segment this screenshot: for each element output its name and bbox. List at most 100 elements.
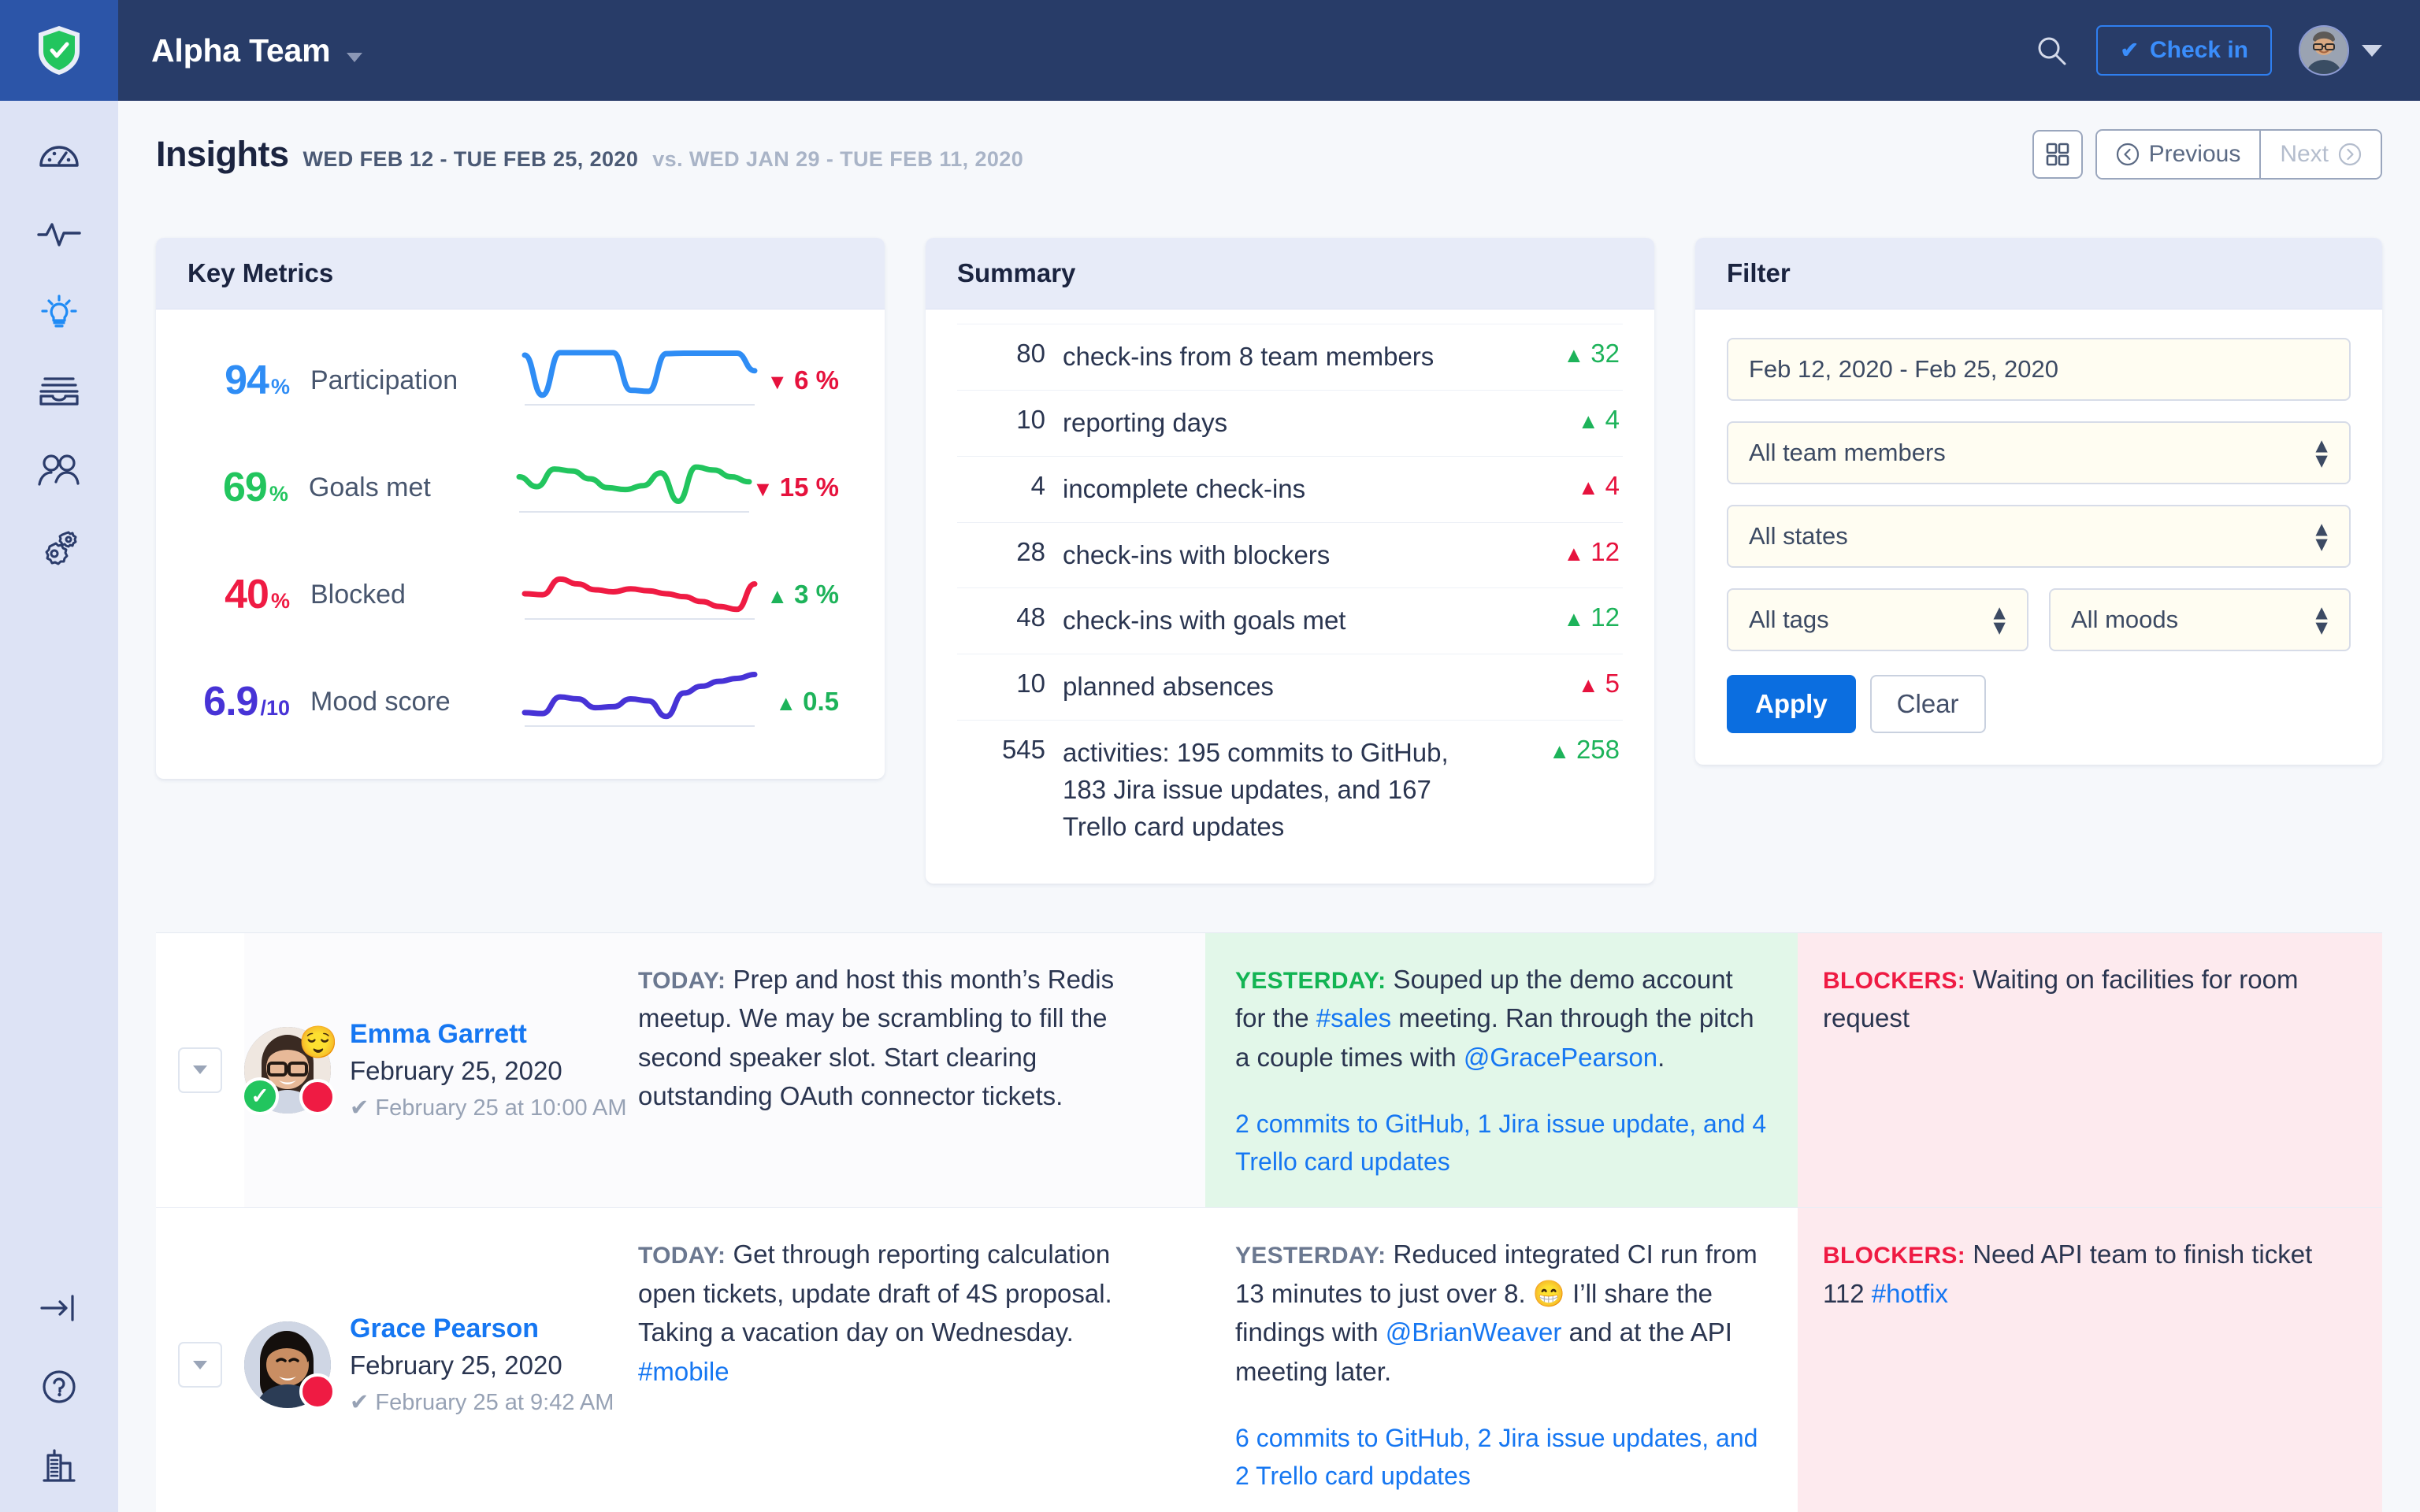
user-menu[interactable]	[2299, 25, 2382, 76]
triangle-up-icon: ▲	[1563, 607, 1585, 632]
moods-select[interactable]: All moods ▲ ▼	[2049, 588, 2351, 651]
collapse-sidebar-icon	[40, 1295, 74, 1321]
tags-moods-row: All tags ▲ ▼ All moods ▲ ▼	[1727, 588, 2351, 675]
clear-button[interactable]: Clear	[1869, 675, 1986, 733]
summary-title: Summary	[926, 238, 1654, 309]
summary-text: check-ins with goals met	[1063, 606, 1346, 636]
states-value: All states	[1749, 522, 1848, 550]
key-metric-delta: ▼ 6 %	[758, 365, 850, 395]
inline-link[interactable]: #sales	[1316, 1003, 1391, 1032]
inline-link[interactable]: @BrianWeaver	[1386, 1317, 1562, 1347]
previous-button[interactable]: Previous	[2096, 131, 2260, 178]
summary-delta-value: 32	[1590, 339, 1620, 368]
activity-summary-link[interactable]: 6 commits to GitHub, 2 Jira issue update…	[1235, 1419, 1768, 1495]
select-arrows-icon: ▲ ▼	[1989, 600, 2010, 639]
summary-delta: ▲ 12	[1509, 602, 1620, 632]
key-metric-label: Mood score	[310, 686, 451, 717]
date-range-previous: vs. WED JAN 29 - TUE FEB 11, 2020	[652, 147, 1024, 171]
app-logo[interactable]	[0, 0, 118, 101]
sidebar-item-help[interactable]	[24, 1361, 94, 1413]
activity-summary-link[interactable]: 2 commits to GitHub, 1 Jira issue update…	[1235, 1105, 1768, 1180]
sparkline-chart	[521, 350, 758, 406]
check-in-row: 😌 ✓ Emma Garrett February 25, 2020 ✔ Februar…	[156, 932, 2382, 1209]
grid-view-icon	[2046, 143, 2069, 166]
team-people-icon	[38, 454, 80, 486]
person-info: Grace Pearson February 25, 2020 ✔ February…	[350, 1314, 614, 1416]
key-metric-row: 94% Participation ▼ 6 %	[156, 327, 885, 434]
inline-link[interactable]: #mobile	[638, 1357, 729, 1386]
key-metric-label: Blocked	[310, 579, 406, 610]
top-bar-actions: ✔ Check in	[2033, 25, 2382, 76]
key-metric-row: 6.9/10 Mood score ▲ 0.5	[156, 648, 885, 755]
sidebar-item-pulse[interactable]	[24, 208, 94, 260]
key-metrics-list: 94% Participation ▼ 6 % 69% Goals met ▼ 15 % 40%…	[156, 309, 885, 779]
sidebar-item-organization[interactable]	[24, 1440, 94, 1492]
yesterday-cell: YESTERDAY: Souped up the demo account fo…	[1205, 932, 1798, 1208]
triangle-up-icon: ▲	[1563, 541, 1585, 565]
sidebar-item-collapse[interactable]	[24, 1282, 94, 1334]
expand-row-button[interactable]	[178, 1047, 222, 1093]
key-metric-delta-value: 15 %	[779, 472, 839, 502]
dashboard-gauge-icon	[39, 146, 79, 167]
date-range-input[interactable]: Feb 12, 2020 - Feb 25, 2020	[1727, 338, 2351, 401]
mood-emoji-badge: 😌	[299, 1025, 338, 1060]
next-button[interactable]: Next	[2261, 131, 2381, 178]
check-in-button[interactable]: ✔ Check in	[2096, 25, 2272, 76]
shield-check-logo	[39, 26, 80, 75]
key-metric-number: 94	[225, 358, 269, 403]
main-area: Alpha Team ✔ Check in Insights WED FEB 1…	[118, 0, 2420, 1512]
period-pager: Previous Next	[2095, 129, 2382, 180]
team-name: Alpha Team	[151, 32, 331, 69]
row-toggle-cell	[156, 1208, 244, 1512]
key-metric-value: 6.9/10	[197, 678, 290, 725]
expand-row-button[interactable]	[178, 1342, 222, 1388]
sidebar-item-insights[interactable]	[24, 287, 94, 339]
check-in-timestamp: ✔ February 25 at 10:00 AM	[350, 1095, 627, 1121]
summary-row: 28 check-ins with blockers ▲ 12	[957, 521, 1623, 588]
inline-link[interactable]: @GracePearson	[1464, 1043, 1657, 1072]
today-label: TODAY:	[638, 1243, 726, 1269]
sidebar-item-inbox[interactable]	[24, 365, 94, 417]
summary-delta: ▲ 4	[1509, 471, 1620, 501]
person-name[interactable]: Grace Pearson	[350, 1314, 614, 1344]
grid-view-button[interactable]	[2032, 130, 2083, 179]
chevron-left-circle-icon	[2116, 143, 2139, 166]
person-cell: Grace Pearson February 25, 2020 ✔ February…	[244, 1208, 638, 1512]
key-metric-unit: /10	[260, 696, 290, 720]
states-select[interactable]: All states ▲ ▼	[1727, 505, 2351, 568]
summary-delta-value: 4	[1605, 470, 1620, 500]
inline-link[interactable]: #hotfix	[1872, 1279, 1948, 1308]
inline-text: .	[1657, 1042, 1665, 1072]
date-range-current: WED FEB 12 - TUE FEB 25, 2020	[302, 147, 639, 171]
key-metric-unit: %	[270, 589, 290, 613]
sidebar-item-dashboard[interactable]	[24, 129, 94, 181]
summary-row: 80 check-ins from 8 team members ▲ 32	[957, 324, 1623, 390]
team-switcher[interactable]: Alpha Team	[151, 32, 362, 69]
person-name[interactable]: Emma Garrett	[350, 1019, 627, 1050]
today-entry: TODAY: Prep and host this month’s Redis …	[638, 960, 1171, 1116]
key-metric-sparkline	[521, 669, 758, 734]
sidebar-item-settings[interactable]	[24, 523, 94, 575]
summary-card: Summary 80 check-ins from 8 team members ▲…	[926, 238, 1654, 884]
key-metric-delta: ▼ 15 %	[752, 472, 850, 502]
triangle-up-icon: ▲	[1577, 409, 1599, 433]
triangle-up-icon: ▲	[1577, 475, 1599, 499]
summary-delta-value: 5	[1605, 669, 1620, 699]
summary-count: 28	[1016, 536, 1045, 566]
tags-select[interactable]: All tags ▲ ▼	[1727, 588, 2028, 651]
summary-text: activities: 195 commits to GitHub, 183 J…	[1063, 738, 1449, 841]
today-entry: TODAY: Get through reporting calculation…	[638, 1235, 1171, 1391]
sidebar-item-team[interactable]	[24, 444, 94, 496]
triangle-up-icon: ▲	[1549, 739, 1570, 764]
summary-row: 10 reporting days ▲ 4	[957, 389, 1623, 456]
key-metric-unit: %	[270, 375, 290, 398]
team-members-select[interactable]: All team members ▲ ▼	[1727, 421, 2351, 484]
avatar-wrap: 😌 ✓	[241, 1026, 338, 1115]
search-icon	[2038, 37, 2066, 65]
search-button[interactable]	[2033, 32, 2069, 69]
key-metric-delta: ▲ 0.5	[758, 687, 850, 717]
yesterday-entry: YESTERDAY: Souped up the demo account fo…	[1235, 960, 1768, 1077]
chevron-down-icon	[193, 1360, 207, 1369]
check-in-row: Grace Pearson February 25, 2020 ✔ February…	[156, 1208, 2382, 1512]
apply-button[interactable]: Apply	[1727, 675, 1856, 733]
